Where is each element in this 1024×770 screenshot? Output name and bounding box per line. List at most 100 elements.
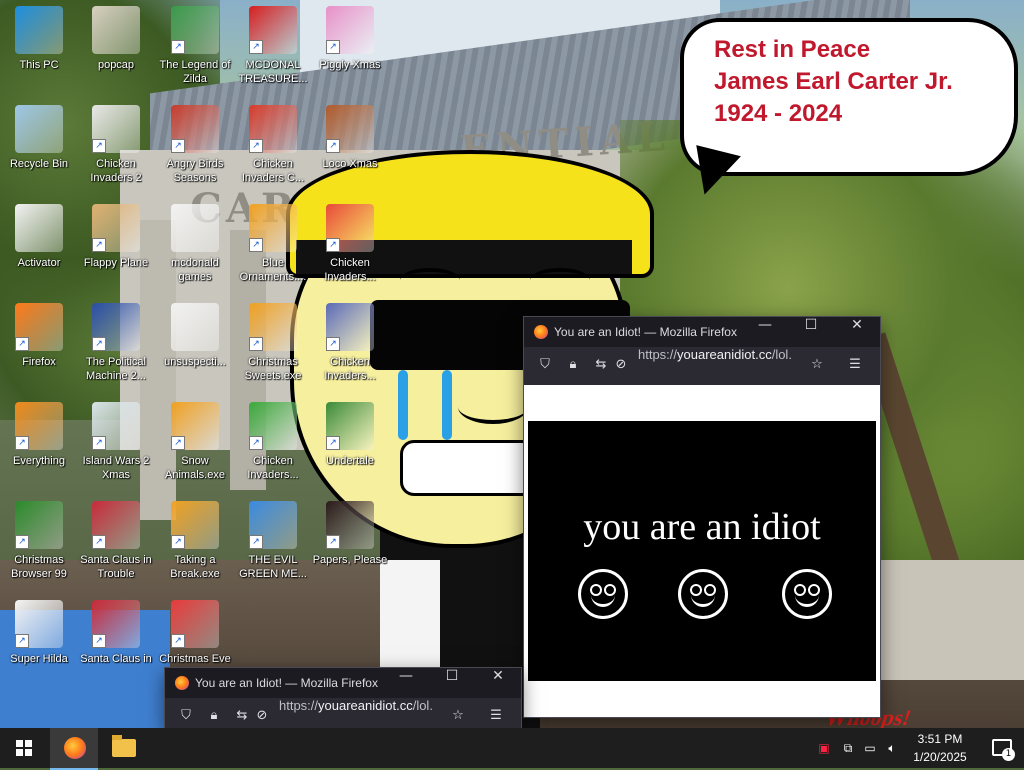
desktop-icon-label: Loco Xmas xyxy=(322,158,378,170)
desktop-icon[interactable]: ↗ The Political Machine 2... xyxy=(78,303,154,383)
desktop-icon-label: Chicken Invaders... xyxy=(247,455,299,481)
hamburger-menu-icon[interactable]: ☰ xyxy=(487,708,505,726)
desktop-icon-label: THE EVIL GREEN ME... xyxy=(239,554,307,580)
lock-icon[interactable]: 🔒︎ xyxy=(564,357,582,375)
desktop-icon[interactable]: ↗ Christmas Eve xyxy=(157,600,233,666)
desktop-icon[interactable]: ↗ Everything xyxy=(1,402,77,468)
network-share-icon[interactable]: ⧉ xyxy=(840,740,856,756)
url-bar[interactable]: https://youareanidiot.cc/lol. xyxy=(638,347,804,385)
bubble-line: James Earl Carter Jr. xyxy=(714,68,953,95)
shortcut-arrow-icon: ↗ xyxy=(92,535,106,549)
url-bar[interactable]: https://youareanidiot.cc/lol. xyxy=(279,698,445,729)
desktop-icon[interactable]: ↗ Santa Claus in Trouble xyxy=(78,501,154,581)
firefox-window-secondary[interactable]: You are an Idiot! — Mozilla Firefox — ☐ … xyxy=(164,667,522,730)
desktop-icon-label: This PC xyxy=(19,59,59,71)
close-button[interactable]: ✕ xyxy=(475,668,521,698)
desktop-icon-label: MCDONAL TREASURE... xyxy=(238,59,308,85)
shortcut-arrow-icon: ↗ xyxy=(326,337,340,351)
url-scheme: https:// xyxy=(279,698,319,713)
taskbar-firefox-button[interactable] xyxy=(50,728,98,770)
people-icon: ↗ xyxy=(249,501,297,549)
desktop-icon-label: Angry Birds Seasons xyxy=(166,158,224,184)
notification-center-button[interactable]: 1 xyxy=(980,728,1024,768)
desktop-icon[interactable]: ↗ Undertale xyxy=(312,402,388,468)
taskbar: ▣ ⧉ ▭ 🔈︎ 3:51 PM 1/20/2025 1 xyxy=(0,728,1024,770)
desktop-icon[interactable]: unsuspecti... xyxy=(157,303,233,369)
desktop-icon-label: Firefox xyxy=(22,356,56,368)
bubble-line: Rest in Peace xyxy=(714,36,871,63)
system-clock[interactable]: 3:51 PM 1/20/2025 xyxy=(906,730,974,766)
maximize-button[interactable]: ☐ xyxy=(788,317,834,347)
window-title: You are an Idiot! — Mozilla Firefox xyxy=(195,676,378,690)
desktop-icon[interactable]: ↗ Chicken Invaders... xyxy=(235,402,311,482)
desktop-icon[interactable]: ↗ THE EVIL GREEN ME... xyxy=(235,501,311,581)
desktop-icon[interactable]: ↗ Blue Ornaments.... xyxy=(235,204,311,284)
desktop-icon-label: Piggly Xmas xyxy=(319,59,381,71)
desktop-icon-label: Chicken Invaders... xyxy=(324,356,376,382)
shortcut-arrow-icon: ↗ xyxy=(326,238,340,252)
shortcut-arrow-icon: ↗ xyxy=(92,436,106,450)
file-icon xyxy=(171,204,219,252)
desktop-icon[interactable]: Activator xyxy=(1,204,77,270)
desktop-icon[interactable]: ↗ Taking a Break.exe xyxy=(157,501,233,581)
desktop-icon[interactable]: ↗ Christmas Sweets.exe xyxy=(235,303,311,383)
desktop-icon[interactable]: ↗ Island Wars 2 Xmas xyxy=(78,402,154,482)
desktop-icon[interactable]: ↗ Loco Xmas xyxy=(312,105,388,171)
volume-muted-icon[interactable]: 🔈︎ xyxy=(884,740,900,756)
file-icon xyxy=(171,303,219,351)
network-icon[interactable]: ▭ xyxy=(862,740,878,756)
window-titlebar[interactable]: You are an Idiot! — Mozilla Firefox — ☐ … xyxy=(524,317,880,347)
maximize-button[interactable]: ☐ xyxy=(429,668,475,698)
window-titlebar[interactable]: You are an Idiot! — Mozilla Firefox — ☐ … xyxy=(165,668,521,698)
shield-icon[interactable]: ⛉ xyxy=(536,357,554,375)
desktop-icon[interactable]: ↗ Super Hilda xyxy=(1,600,77,666)
permissions-icon[interactable]: ⇆ xyxy=(233,708,251,726)
bookmark-star-icon[interactable]: ☆ xyxy=(808,357,826,375)
desktop-icon-label: Blue Ornaments.... xyxy=(239,257,307,283)
shortcut-arrow-icon: ↗ xyxy=(249,238,263,252)
permissions-icon[interactable]: ⇆ xyxy=(592,357,610,375)
tracking-blocked-icon[interactable]: ⊘ xyxy=(612,357,630,375)
desktop-icon[interactable]: ↗ Angry Birds Seasons xyxy=(157,105,233,185)
desktop-icon-label: Santa Claus in Trouble xyxy=(80,554,152,580)
pig-icon: ↗ xyxy=(326,6,374,54)
lock-icon[interactable]: 🔒︎ xyxy=(205,708,223,726)
desktop-icon[interactable]: ↗ MCDONAL TREASURE... xyxy=(235,6,311,86)
shortcut-arrow-icon: ↗ xyxy=(326,436,340,450)
desktop-icon[interactable]: ↗ Snow Animals.exe xyxy=(157,402,233,482)
desktop-icon[interactable]: ↗ Chicken Invaders 2 xyxy=(78,105,154,185)
desktop-icon[interactable]: ↗ Chicken Invaders... xyxy=(312,303,388,383)
desktop-icon[interactable]: ↗ The Legend of Zilda xyxy=(157,6,233,86)
desktop-icon[interactable]: popcap xyxy=(78,6,154,72)
desktop-icon[interactable]: ↗ Firefox xyxy=(1,303,77,369)
desktop-icon[interactable]: ↗ Chicken Invaders... xyxy=(312,204,388,284)
shortcut-arrow-icon: ↗ xyxy=(171,634,185,648)
url-host: youareanidiot.cc xyxy=(677,347,772,362)
desktop-icon[interactable]: mcdonald games xyxy=(157,204,233,284)
close-button[interactable]: ✕ xyxy=(834,317,880,347)
firefox-window-main[interactable]: You are an Idiot! — Mozilla Firefox — ☐ … xyxy=(523,316,881,718)
desktop-icon-label: Christmas Sweets.exe xyxy=(244,356,302,382)
security-alert-icon[interactable]: ▣ xyxy=(816,740,832,756)
desktop-icon[interactable]: ↗ Piggly Xmas xyxy=(312,6,388,72)
minimize-button[interactable]: — xyxy=(742,317,788,347)
desktop-icon[interactable]: This PC xyxy=(1,6,77,72)
desktop-icon[interactable]: ↗ Flappy Plane xyxy=(78,204,154,270)
shortcut-arrow-icon: ↗ xyxy=(92,634,106,648)
window-title: You are an Idiot! — Mozilla Firefox xyxy=(554,325,737,339)
chicken-icon: ↗ xyxy=(92,105,140,153)
start-button[interactable] xyxy=(0,728,48,768)
desktop-icon[interactable]: ↗ Christmas Browser 99 xyxy=(1,501,77,581)
tracking-blocked-icon[interactable]: ⊘ xyxy=(253,708,271,726)
desktop-icon[interactable]: Recycle Bin xyxy=(1,105,77,171)
bookmark-star-icon[interactable]: ☆ xyxy=(449,708,467,726)
desktop-icon[interactable]: ↗ Santa Claus in xyxy=(78,600,154,666)
shield-icon[interactable]: ⛉ xyxy=(177,708,195,726)
minimize-button[interactable]: — xyxy=(383,668,429,698)
taskbar-file-explorer-button[interactable] xyxy=(100,728,148,768)
desktop-icon[interactable]: ↗ Chicken Invaders C... xyxy=(235,105,311,185)
file-icon xyxy=(15,204,63,252)
desktop-icon[interactable]: ↗ Papers, Please xyxy=(312,501,388,567)
hamburger-menu-icon[interactable]: ☰ xyxy=(846,357,864,375)
desktop-icon-label: The Legend of Zilda xyxy=(159,59,231,85)
